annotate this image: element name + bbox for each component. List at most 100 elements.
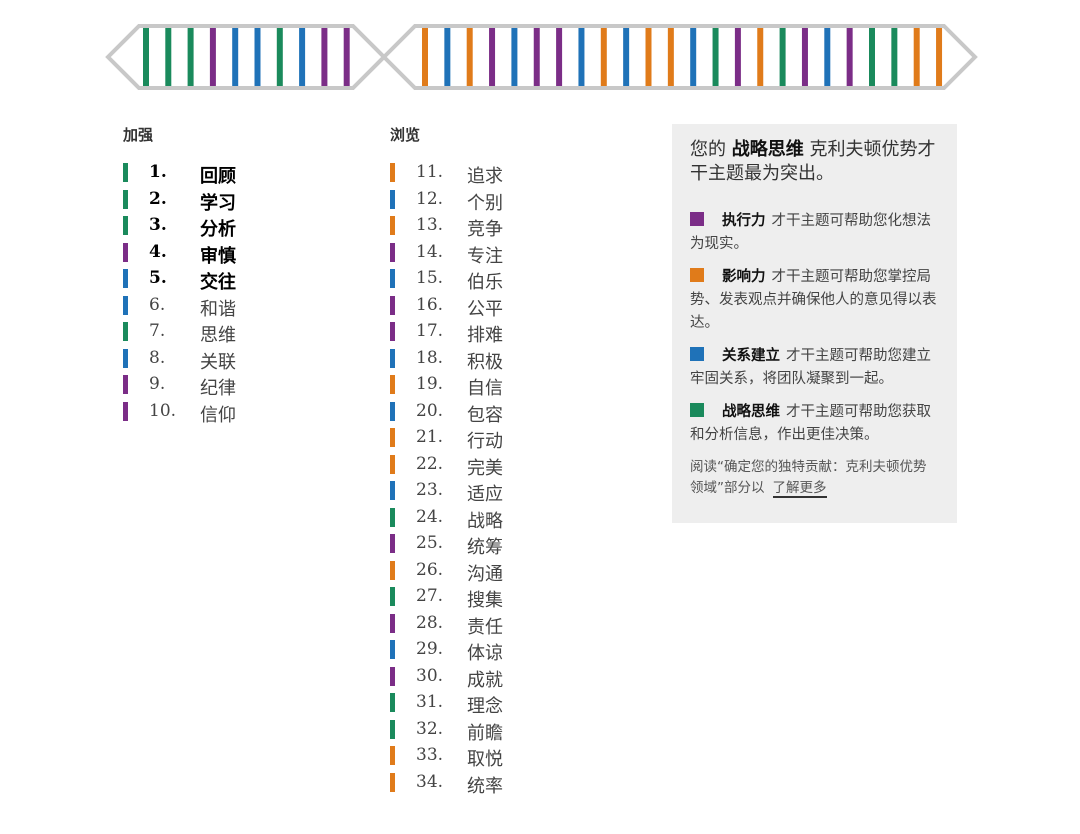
- talent-rank: 4.: [149, 241, 167, 262]
- browse-column-title: 浏览: [390, 126, 421, 144]
- talent-row: 5. 交往: [123, 268, 323, 295]
- top-talent-stripe: [187, 28, 194, 86]
- browse-list: 11. 追求 12. 个别 13. 竞争 14. 专注 15. 伯乐 16. 公平 17. 排难 18. 积极…: [390, 162, 590, 798]
- talent-name: 专注: [467, 245, 503, 267]
- talent-name: 追求: [467, 166, 503, 187]
- talent-name: 竞争: [467, 219, 503, 240]
- talent-row: 32. 前瞻: [390, 719, 590, 746]
- domain-summary-panel: 您的 战略思维 克利夫顿优势才干主题最为突出。 执行力 才干主题可帮助您化想法为现…: [672, 124, 957, 523]
- strategic-domain-bar: [123, 189, 128, 209]
- talent-row: 15. 伯乐: [390, 268, 590, 295]
- top-talents-frame: [105, 24, 387, 90]
- domain-name: 战略思维: [722, 404, 780, 420]
- talent-name: 和谐: [200, 298, 236, 320]
- talent-name: 完美: [467, 457, 503, 479]
- other-talent-stripe: [623, 28, 630, 86]
- influencing-domain-bar: [390, 428, 395, 447]
- other-talent-stripe: [690, 28, 697, 86]
- talent-name: 包容: [467, 404, 503, 426]
- talent-rank: 17.: [416, 321, 444, 341]
- talent-rank: 14.: [416, 241, 444, 262]
- influencing-domain-bar: [390, 454, 395, 474]
- talent-name: 信仰: [200, 404, 236, 426]
- talent-name: 审慎: [200, 245, 236, 267]
- other-talent-stripe: [913, 28, 920, 86]
- strategic-domain-bar: [390, 587, 395, 606]
- talent-row: 20. 包容: [390, 401, 590, 428]
- other-talent-stripe: [891, 28, 898, 86]
- learn-more-link[interactable]: 了解更多: [772, 480, 827, 498]
- other-talent-stripe: [779, 28, 786, 86]
- executing-domain-bar: [123, 242, 128, 262]
- talent-name: 统率: [467, 775, 503, 797]
- strengthen-list: 1. 回顾 2. 学习 3. 分析 4. 审慎 5. 交往 6. 和谐 7. 思维 8. 关联 9. 纪律 10. 信…: [123, 162, 323, 427]
- relationship-domain-bar: [390, 189, 395, 209]
- talent-row: 22. 完美: [390, 454, 590, 481]
- talent-name: 理念: [467, 696, 503, 717]
- talent-row: 19. 自信: [390, 374, 590, 401]
- talent-rank: 5.: [149, 268, 167, 288]
- strategic-domain-bar: [390, 693, 395, 712]
- talent-rank: 1.: [149, 162, 167, 182]
- domain-description-relationship: 关系建立 才干主题可帮助您建立牢固关系，将团队凝聚到一起。: [690, 345, 939, 391]
- talent-row: 3. 分析: [123, 215, 323, 242]
- talent-name: 积极: [467, 351, 503, 373]
- relationship-domain-bar: [390, 348, 395, 368]
- panel-intro: 您的 战略思维 克利夫顿优势才干主题最为突出。: [690, 138, 939, 186]
- talent-name: 公平: [467, 298, 503, 320]
- talent-name: 学习: [200, 192, 236, 214]
- executing-domain-bar: [390, 534, 395, 553]
- other-talent-stripe: [846, 28, 853, 86]
- talent-name: 成就: [467, 669, 503, 691]
- other-talent-stripe: [600, 28, 607, 86]
- talent-name: 思维: [200, 325, 236, 346]
- executing-domain-bar: [390, 613, 395, 633]
- other-talent-stripe: [533, 28, 540, 86]
- talent-row: 27. 搜集: [390, 586, 590, 613]
- talent-row: 18. 积极: [390, 348, 590, 375]
- talent-name: 取悦: [467, 749, 503, 770]
- other-talent-stripe: [578, 28, 585, 86]
- talent-row: 28. 责任: [390, 613, 590, 640]
- talent-name: 统筹: [467, 537, 503, 558]
- talent-rank: 23.: [416, 480, 444, 500]
- other-talent-stripe: [556, 28, 563, 86]
- talent-row: 1. 回顾: [123, 162, 323, 189]
- influencing-domain-bar: [390, 746, 395, 765]
- talent-name: 纪律: [200, 378, 236, 399]
- talent-rank: 18.: [416, 347, 444, 368]
- talent-rank: 32.: [416, 718, 444, 739]
- talent-name: 伯乐: [467, 272, 503, 293]
- talent-rank: 2.: [149, 188, 167, 209]
- talent-name: 回顾: [200, 166, 236, 187]
- talent-row: 17. 排难: [390, 321, 590, 348]
- executing-domain-bar: [123, 401, 128, 421]
- domain-name: 影响力: [722, 269, 766, 285]
- top-talent-stripe: [254, 28, 261, 86]
- talent-row: 31. 理念: [390, 692, 590, 719]
- intro-highlight: 战略思维: [731, 139, 804, 160]
- relationship-domain-bar: [390, 269, 395, 288]
- relationship-domain-bar: [390, 481, 395, 500]
- strengthen-column-title: 加强: [123, 126, 154, 144]
- domain-list: 执行力 才干主题可帮助您化想法为现实。 影响力 才干主题可帮助您掌控局势、发表观点并确…: [690, 210, 939, 447]
- talent-rank: 8.: [149, 347, 166, 368]
- talent-rank: 27.: [416, 586, 444, 606]
- talent-row: 24. 战略: [390, 507, 590, 534]
- talent-rank: 29.: [416, 639, 444, 659]
- domain-name: 执行力: [722, 213, 766, 229]
- talent-name: 交往: [200, 272, 236, 293]
- talent-row: 2. 学习: [123, 189, 323, 216]
- top-talent-stripe: [299, 28, 306, 86]
- talent-rank: 9.: [149, 374, 166, 394]
- other-talent-stripe: [466, 28, 473, 86]
- other-talent-stripe: [734, 28, 741, 86]
- other-talent-stripe: [712, 28, 719, 86]
- domain-name: 关系建立: [722, 348, 780, 364]
- talent-name: 前瞻: [467, 722, 503, 744]
- top-talent-stripe: [165, 28, 172, 86]
- top-talent-stripe: [143, 28, 149, 86]
- talent-name: 适应: [467, 484, 503, 505]
- other-talent-stripe: [936, 28, 943, 86]
- talent-row: 21. 行动: [390, 427, 590, 454]
